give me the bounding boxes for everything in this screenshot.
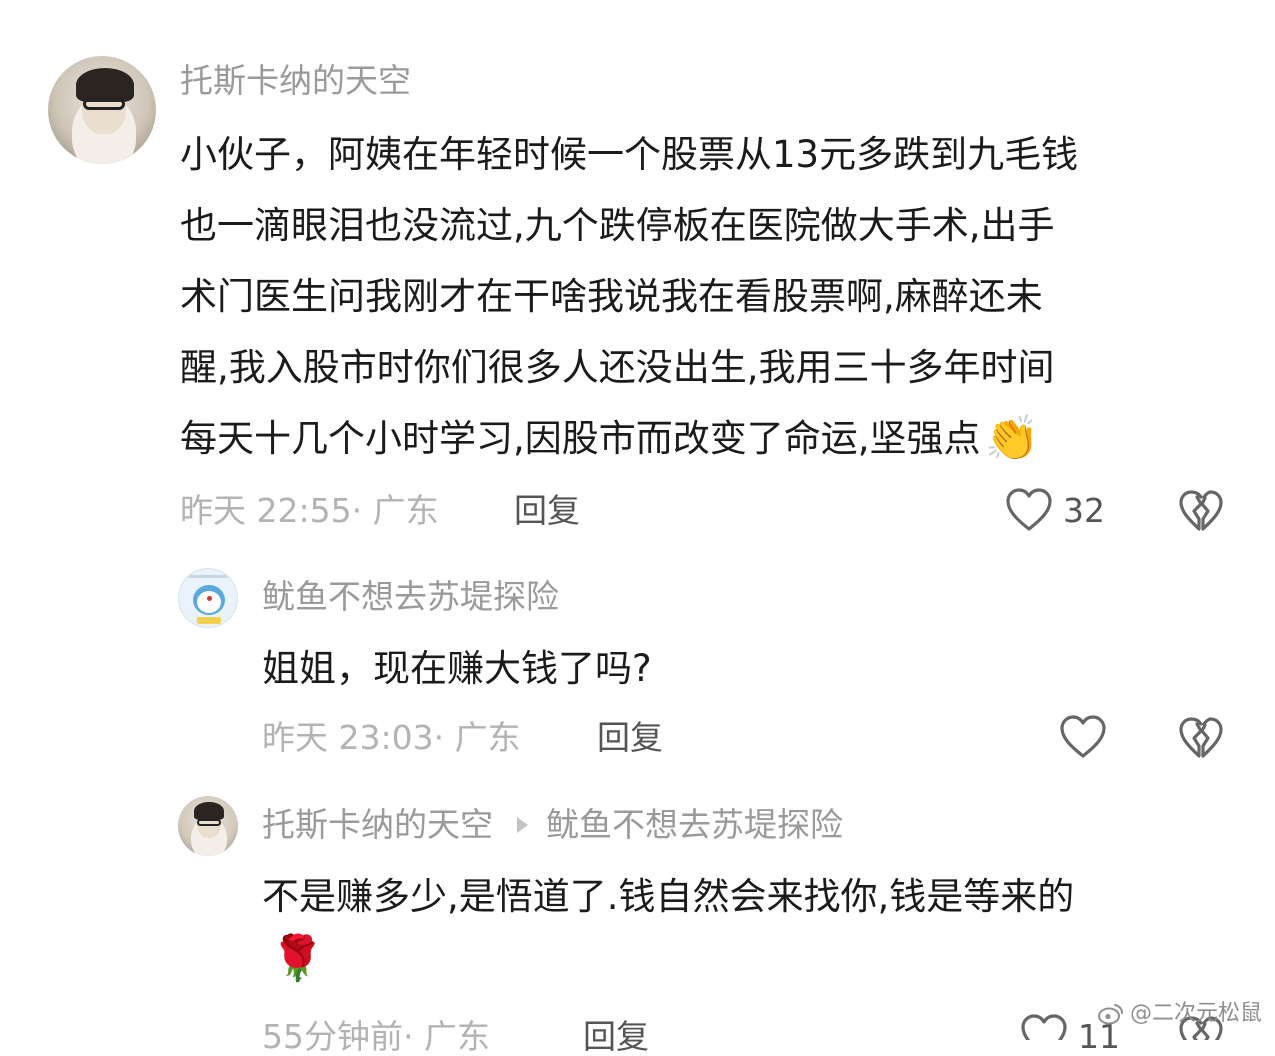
comment-author[interactable]: 鱿鱼不想去苏堤探险 — [262, 580, 559, 613]
like-button[interactable] — [1059, 714, 1107, 760]
comment-line: 每天十几个小时学习,因股市而改变了命运,坚强点 👏 — [180, 403, 1078, 474]
comment-line: 醒,我入股市时你们很多人还没出生,我用三十多年时间 — [180, 346, 1055, 389]
weibo-logo-icon — [1098, 1004, 1124, 1025]
comment-author[interactable]: 托斯卡纳的天空 — [180, 64, 411, 97]
comment-body: 姐姐，现在赚大钱了吗? — [262, 647, 652, 690]
like-button[interactable] — [1005, 487, 1053, 533]
like-count: 32 — [1063, 491, 1105, 530]
rose-emoji: 🌹 — [270, 933, 325, 984]
reply-target[interactable]: 鱿鱼不想去苏堤探险 — [546, 808, 843, 841]
comment-body: 不是赚多少,是悟道了.钱自然会来找你,钱是等来的 — [262, 875, 1075, 918]
dislike-button[interactable] — [1178, 716, 1224, 760]
avatar[interactable] — [178, 568, 238, 628]
comment-author[interactable]: 托斯卡纳的天空 — [262, 808, 493, 841]
watermark-text: @二次元松鼠 — [1130, 1001, 1263, 1026]
dislike-button[interactable] — [1178, 489, 1224, 533]
avatar[interactable] — [178, 796, 238, 856]
reply-arrow-icon — [517, 816, 528, 833]
broken-heart-icon — [1179, 717, 1223, 758]
heart-icon — [1006, 488, 1052, 531]
broken-heart-icon — [1179, 490, 1223, 531]
comment-time: 昨天 23:03 — [262, 718, 434, 757]
clapping-hands-emoji: 👏 — [984, 412, 1040, 464]
comment-line: 也一滴眼泪也没流过,九个跌停板在医院做大手术,出手 — [180, 204, 1055, 247]
comment-location: 广东 — [454, 718, 521, 757]
reply-button[interactable]: 回复 — [583, 1020, 649, 1053]
reply-button[interactable]: 回复 — [514, 494, 580, 527]
reply-header: 托斯卡纳的天空 鱿鱼不想去苏堤探险 — [262, 808, 843, 841]
comment-meta: 55分钟前· 广东 — [262, 1017, 490, 1056]
comment-body: 小伙子，阿姨在年轻时候一个股票从13元多跌到九毛钱 也一滴眼泪也没流过,九个跌停… — [180, 119, 1078, 474]
comment-location: 广东 — [423, 1017, 490, 1056]
watermark: @二次元松鼠 — [1098, 1003, 1262, 1025]
comment-meta: 昨天 23:03· 广东 — [262, 718, 521, 757]
heart-icon — [1021, 1014, 1067, 1040]
heart-icon — [1060, 715, 1106, 758]
comment-time: 55分钟前 — [262, 1017, 403, 1056]
avatar[interactable] — [48, 56, 156, 164]
comment-time: 昨天 22:55 — [180, 491, 352, 530]
comment-line: 术门医生问我刚才在干啥我说我在看股票啊,麻醉还未 — [180, 275, 1043, 318]
comment-line: 小伙子，阿姨在年轻时候一个股票从13元多跌到九毛钱 — [180, 133, 1079, 176]
comment-meta: 昨天 22:55· 广东 — [180, 491, 439, 530]
reply-button[interactable]: 回复 — [597, 721, 663, 754]
like-button[interactable] — [1020, 1013, 1068, 1040]
comment-location: 广东 — [372, 491, 439, 530]
comment-line-text: 每天十几个小时学习,因股市而改变了命运,坚强点 — [180, 417, 981, 460]
